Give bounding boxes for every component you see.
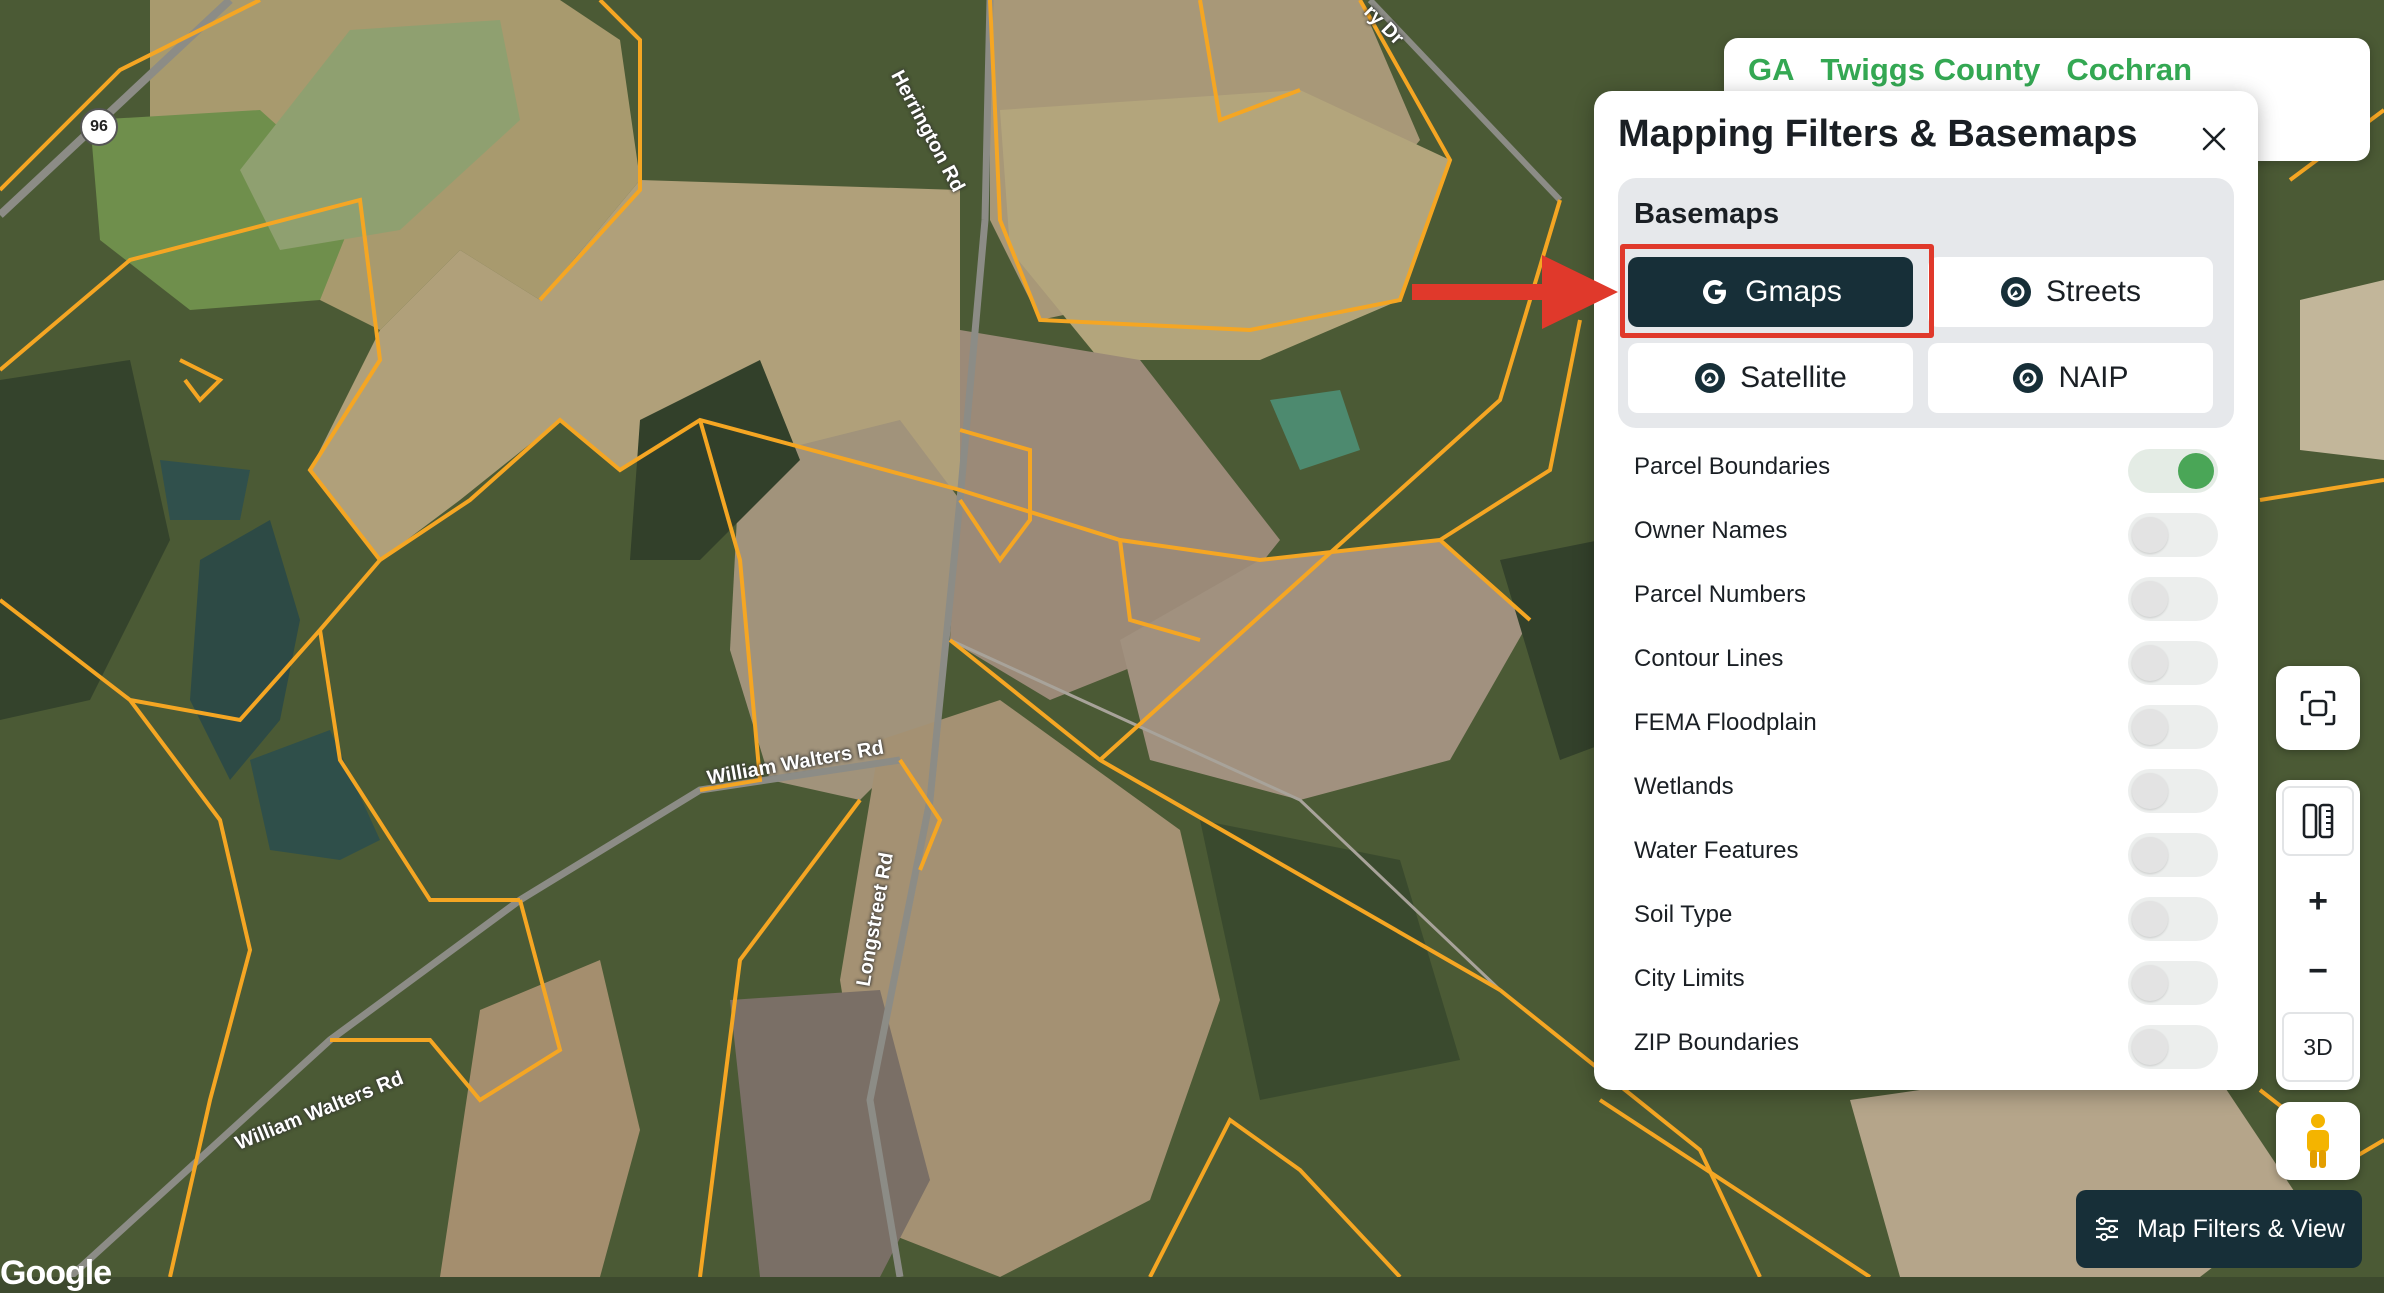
basemaps-section: Basemaps Gmaps Streets Satellite NAIP xyxy=(1618,178,2234,428)
toggle-knob xyxy=(2132,1029,2168,1065)
compass-icon xyxy=(1695,363,1726,393)
basemap-label: Gmaps xyxy=(1745,275,1842,308)
sliders-icon xyxy=(2096,1217,2119,1241)
toggle-knob xyxy=(2132,837,2168,873)
toggle-switch[interactable] xyxy=(2128,705,2218,749)
mapping-filters-panel: Mapping Filters & Basemaps Basemaps Gmap… xyxy=(1594,91,2258,1090)
measure-tool-button[interactable] xyxy=(2282,786,2354,856)
layer-row-water-features: Water Features xyxy=(1634,825,2218,881)
layer-label: Parcel Boundaries xyxy=(1634,453,1831,480)
layer-label: Water Features xyxy=(1634,837,1799,864)
fit-bounds-button[interactable] xyxy=(2276,666,2360,750)
pegman-icon xyxy=(2307,1114,2329,1168)
layer-row-city-limits: City Limits xyxy=(1634,953,2218,1009)
layer-row-owner-names: Owner Names xyxy=(1634,505,2218,561)
close-button[interactable] xyxy=(2196,121,2232,157)
breadcrumb-city[interactable]: Cochran xyxy=(2066,52,2192,88)
compass-icon xyxy=(2000,277,2031,307)
basemaps-heading: Basemaps xyxy=(1634,198,1780,230)
compass-icon xyxy=(2013,363,2044,393)
map-filters-view-button[interactable]: Map Filters & View xyxy=(2076,1190,2362,1268)
basemap-label: Satellite xyxy=(1740,361,1847,394)
layer-row-zip-boundaries: ZIP Boundaries xyxy=(1634,1017,2218,1073)
layer-row-soil-type: Soil Type xyxy=(1634,889,2218,945)
layer-row-wetlands: Wetlands xyxy=(1634,761,2218,817)
breadcrumb-county[interactable]: Twiggs County xyxy=(1821,52,2041,88)
toggle-knob xyxy=(2132,901,2168,937)
basemap-streets-button[interactable]: Streets xyxy=(1928,257,2213,327)
toggle-switch[interactable] xyxy=(2128,833,2218,877)
google-g-icon xyxy=(1703,280,1727,304)
basemap-satellite-button[interactable]: Satellite xyxy=(1628,343,1913,413)
layer-label: Wetlands xyxy=(1634,773,1734,800)
layer-label: Soil Type xyxy=(1634,901,1733,928)
map-controls-group: + − 3D xyxy=(2276,780,2360,1090)
street-view-button[interactable] xyxy=(2276,1102,2360,1180)
toggle-knob xyxy=(2132,773,2168,809)
toggle-switch[interactable] xyxy=(2128,641,2218,685)
basemap-naip-button[interactable]: NAIP xyxy=(1928,343,2213,413)
route-shield: 96 xyxy=(80,108,118,146)
panel-title: Mapping Filters & Basemaps xyxy=(1618,113,2138,155)
layer-label: Owner Names xyxy=(1634,517,1788,544)
toggle-knob xyxy=(2132,709,2168,745)
toggle-knob xyxy=(2132,581,2168,617)
layer-row-parcel-boundaries: Parcel Boundaries xyxy=(1634,441,2218,497)
annotation-arrow-icon xyxy=(1412,255,1618,329)
basemap-label: Streets xyxy=(2045,275,2142,308)
toggle-knob xyxy=(2132,517,2168,553)
fit-screen-icon xyxy=(2300,690,2336,726)
basemap-label: NAIP xyxy=(2058,361,2129,394)
layer-row-contour-lines: Contour Lines xyxy=(1634,633,2218,689)
toggle-knob xyxy=(2132,645,2168,681)
toggle-switch[interactable] xyxy=(2128,513,2218,557)
layer-row-parcel-numbers: Parcel Numbers xyxy=(1634,569,2218,625)
breadcrumb-state[interactable]: GA xyxy=(1748,52,1795,88)
layer-label: City Limits xyxy=(1634,965,1745,992)
3d-view-button[interactable]: 3D xyxy=(2282,1012,2354,1082)
ruler-icon xyxy=(2302,803,2334,839)
close-icon xyxy=(2202,127,2226,151)
toggle-switch[interactable] xyxy=(2128,449,2218,493)
layer-label: FEMA Floodplain xyxy=(1634,709,1817,736)
toggle-knob xyxy=(2178,453,2214,489)
toggle-switch[interactable] xyxy=(2128,897,2218,941)
layer-label: Parcel Numbers xyxy=(1634,581,1807,608)
basemap-gmaps-button[interactable]: Gmaps xyxy=(1628,257,1913,327)
toggle-knob xyxy=(2132,965,2168,1001)
zoom-in-button[interactable]: + xyxy=(2282,866,2354,936)
toggle-switch[interactable] xyxy=(2128,769,2218,813)
layer-row-fema-floodplain: FEMA Floodplain xyxy=(1634,697,2218,753)
toggle-switch[interactable] xyxy=(2128,577,2218,621)
toggle-switch[interactable] xyxy=(2128,961,2218,1005)
map-attribution: Google xyxy=(0,1254,112,1292)
filters-button-label: Map Filters & View xyxy=(2137,1214,2345,1243)
layer-label: ZIP Boundaries xyxy=(1634,1029,1799,1056)
zoom-out-button[interactable]: − xyxy=(2282,936,2354,1006)
toggle-switch[interactable] xyxy=(2128,1025,2218,1069)
layer-label: Contour Lines xyxy=(1634,645,1784,672)
